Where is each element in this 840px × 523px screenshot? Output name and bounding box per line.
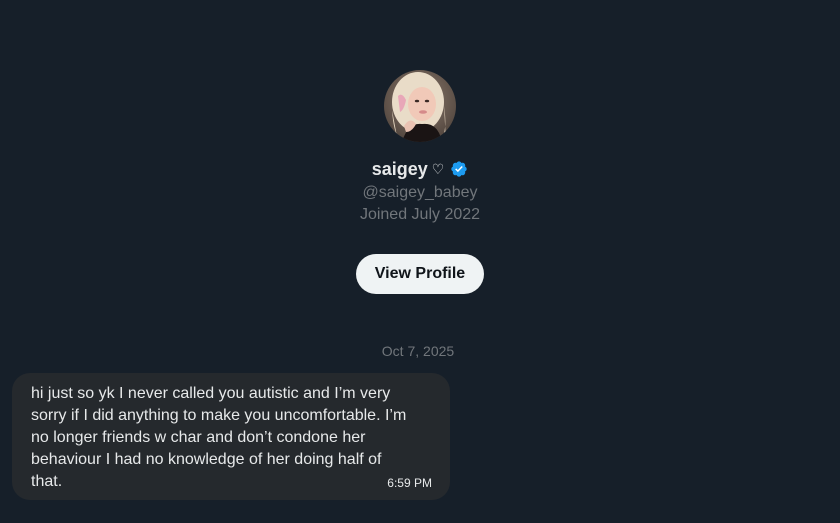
profile-header: saigey ♡ @saigey_babey Joined July 2022 … <box>0 70 840 294</box>
display-name: saigey <box>371 158 428 179</box>
view-profile-button[interactable]: View Profile <box>355 254 485 294</box>
date-separator-label: Oct 7, 2025 <box>381 343 455 359</box>
date-separator: Oct 7, 2025 <box>0 343 840 359</box>
avatar[interactable] <box>384 70 456 142</box>
message-text: hi just so yk I never called you autisti… <box>31 385 407 490</box>
message-timestamp: 6:59 PM <box>387 476 432 490</box>
handle: @saigey_babey <box>362 184 478 201</box>
avatar-image <box>384 70 456 142</box>
heart-symbol: ♡ <box>431 161 445 177</box>
display-name-row: saigey ♡ <box>372 157 469 181</box>
joined-date: Joined July 2022 <box>359 206 481 223</box>
message-bubble[interactable]: hi just so yk I never called you autisti… <box>12 373 450 500</box>
dm-conversation-view: saigey ♡ @saigey_babey Joined July 2022 … <box>0 0 840 523</box>
verified-badge-icon <box>451 161 467 177</box>
